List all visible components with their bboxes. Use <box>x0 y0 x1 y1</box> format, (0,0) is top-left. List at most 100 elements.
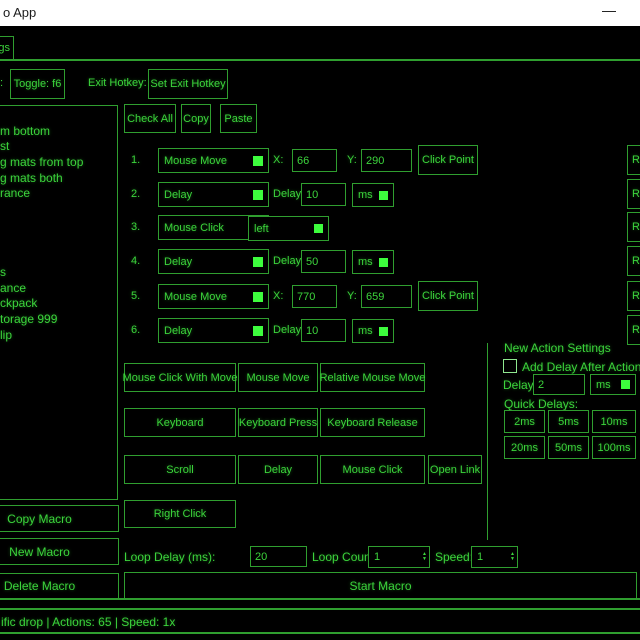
action-row-number: 5. <box>131 290 140 302</box>
macro-list-item[interactable]: torage 999 <box>0 312 117 328</box>
y-coordinate-input[interactable] <box>361 285 412 308</box>
click-point-button[interactable]: Click Point <box>418 145 478 175</box>
tab-settings[interactable]: gs <box>0 36 14 60</box>
add-delay-button[interactable]: Delay <box>238 455 318 484</box>
remove-action-button[interactable]: R <box>627 315 640 345</box>
macro-list-item[interactable] <box>0 249 117 265</box>
macro-list-item[interactable]: st <box>0 139 117 155</box>
add-keyboard-release-button[interactable]: Keyboard Release <box>320 408 425 437</box>
action-row-number: 1. <box>131 154 140 166</box>
set-exit-hotkey-button[interactable]: Set Exit Hotkey <box>148 69 228 99</box>
delay-value-input[interactable] <box>301 250 346 273</box>
speed-value: 1 <box>477 551 483 563</box>
new-action-delay-unit-dropdown[interactable]: ms <box>590 374 636 395</box>
quick-delay-50ms-button[interactable]: 50ms <box>548 436 589 459</box>
spinner-down-icon[interactable]: ▼ <box>422 557 427 562</box>
remove-action-button[interactable]: R <box>627 281 640 311</box>
start-macro-button[interactable]: Start Macro <box>124 572 637 600</box>
macro-list[interactable]: m bottom st g mats from top g mats both … <box>0 105 118 500</box>
quick-delay-5ms-button[interactable]: 5ms <box>548 410 589 433</box>
action-type-dropdown[interactable]: Delay <box>158 249 269 274</box>
macro-list-item[interactable] <box>0 108 117 124</box>
dropdown-indicator-icon <box>253 292 263 302</box>
paste-button[interactable]: Paste <box>220 104 257 133</box>
delay-label: Delay <box>273 324 301 336</box>
click-point-button[interactable]: Click Point <box>418 281 478 311</box>
check-all-button[interactable]: Check All <box>124 104 176 133</box>
quick-delay-2ms-button[interactable]: 2ms <box>504 410 545 433</box>
macro-list-item[interactable] <box>0 234 117 250</box>
delay-unit-dropdown[interactable]: ms <box>352 250 394 274</box>
add-scroll-button[interactable]: Scroll <box>124 455 236 484</box>
dropdown-indicator-icon <box>253 326 263 336</box>
x-coordinate-input[interactable] <box>292 149 337 172</box>
delay-value-input[interactable] <box>301 319 346 342</box>
macro-list-item[interactable]: g mats both <box>0 171 117 187</box>
toggle-hotkey-button[interactable]: Toggle: f6 <box>10 69 65 99</box>
delay-label: Delay <box>273 188 301 200</box>
dropdown-indicator-icon <box>379 258 388 267</box>
speed-spinner[interactable]: 1 ▲▼ <box>471 546 518 568</box>
dropdown-indicator-icon <box>314 224 323 233</box>
settings-separator <box>487 343 488 540</box>
delay-unit-dropdown[interactable]: ms <box>352 183 394 207</box>
delay-unit-dropdown[interactable]: ms <box>352 319 394 343</box>
loop-delay-input[interactable] <box>250 546 307 567</box>
add-keyboard-press-button[interactable]: Keyboard Press <box>238 408 318 437</box>
quick-delay-100ms-button[interactable]: 100ms <box>592 436 636 459</box>
loop-count-value: 1 <box>374 551 380 563</box>
window-title: o App <box>3 5 36 20</box>
add-relative-mouse-move-button[interactable]: Relative Mouse Move <box>320 363 425 392</box>
delete-macro-button[interactable]: Delete Macro <box>0 573 119 599</box>
macro-list-item[interactable]: ance <box>0 281 117 297</box>
macro-list-item[interactable]: lip <box>0 328 117 344</box>
new-macro-button[interactable]: New Macro <box>0 538 119 565</box>
mouse-button-dropdown[interactable]: left <box>248 216 329 241</box>
macro-list-item[interactable]: rance <box>0 186 117 202</box>
action-type-value: Delay <box>164 325 192 337</box>
speed-label: Speed: <box>435 550 473 564</box>
spinner-down-icon[interactable]: ▼ <box>510 557 515 562</box>
x-label: X: <box>273 290 283 302</box>
remove-action-button[interactable]: R <box>627 145 640 175</box>
status-text: ific drop | Actions: 65 | Speed: 1x <box>1 615 175 629</box>
remove-action-button[interactable]: R <box>627 179 640 209</box>
quick-delay-20ms-button[interactable]: 20ms <box>504 436 545 459</box>
action-type-dropdown[interactable]: Mouse Move <box>158 284 269 309</box>
macro-list-item[interactable] <box>0 202 117 218</box>
add-mouse-move-button[interactable]: Mouse Move <box>238 363 318 392</box>
add-delay-after-action-checkbox[interactable] <box>503 359 517 373</box>
spinner-buttons[interactable]: ▲▼ <box>422 552 427 562</box>
macro-list-item[interactable]: m bottom <box>0 124 117 140</box>
copy-button[interactable]: Copy <box>181 104 211 133</box>
action-type-dropdown[interactable]: Delay <box>158 182 269 207</box>
macro-list-item[interactable] <box>0 218 117 234</box>
add-right-click-button[interactable]: Right Click <box>124 500 236 528</box>
add-mouse-click-with-move-button[interactable]: Mouse Click With Move <box>124 363 236 392</box>
spinner-buttons[interactable]: ▲▼ <box>510 552 515 562</box>
action-type-dropdown[interactable]: Mouse Move <box>158 148 269 173</box>
minimize-icon[interactable]: — <box>602 2 616 18</box>
loop-count-spinner[interactable]: 1 ▲▼ <box>368 546 430 568</box>
action-type-dropdown[interactable]: Delay <box>158 318 269 343</box>
copy-macro-button[interactable]: Copy Macro <box>0 505 119 532</box>
new-action-delay-input[interactable] <box>533 374 585 395</box>
macro-list-item[interactable]: ckpack <box>0 296 117 312</box>
add-keyboard-button[interactable]: Keyboard <box>124 408 236 437</box>
delay-unit-value: ms <box>358 256 373 268</box>
new-action-settings-title: New Action Settings <box>504 341 611 355</box>
add-open-link-button[interactable]: Open Link <box>428 455 482 484</box>
delay-value-input[interactable] <box>301 183 346 206</box>
y-coordinate-input[interactable] <box>361 149 412 172</box>
remove-action-button[interactable]: R <box>627 246 640 276</box>
macro-list-item[interactable]: g mats from top <box>0 155 117 171</box>
x-coordinate-input[interactable] <box>292 285 337 308</box>
remove-action-button[interactable]: R <box>627 212 640 242</box>
macro-list-item[interactable]: s <box>0 265 117 281</box>
delay-unit-value: ms <box>358 189 373 201</box>
tabstrip-divider <box>0 59 640 61</box>
action-row-number: 2. <box>131 188 140 200</box>
dropdown-indicator-icon <box>253 156 263 166</box>
quick-delay-10ms-button[interactable]: 10ms <box>592 410 636 433</box>
add-mouse-click-button[interactable]: Mouse Click <box>320 455 425 484</box>
